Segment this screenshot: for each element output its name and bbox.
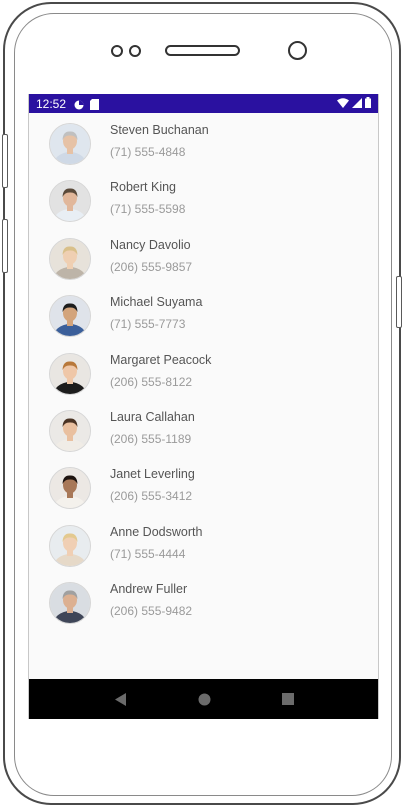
contact-phone: (206) 555-3412 [110,489,193,504]
avatar [49,524,91,567]
contact-list-item[interactable]: Steven Buchanan (71) 555-4848 [29,115,378,172]
contact-list-item[interactable]: Janet Leverling (206) 555-3412 [29,459,378,516]
avatar [49,237,91,280]
signal-icon [352,97,362,111]
contact-phone: (206) 555-9857 [110,259,193,274]
volume-down-button[interactable] [2,219,8,273]
contact-list-item[interactable]: Margaret Peacock (206) 555-8122 [29,345,378,402]
navigation-bar [29,679,378,719]
avatar [49,409,91,452]
contact-text: Steven Buchanan (71) 555-4848 [110,122,209,160]
wifi-icon [337,97,349,111]
avatar [49,352,91,395]
avatar [49,180,91,223]
contact-name: Michael Suyama [110,295,203,310]
contact-list-item[interactable]: Laura Callahan (206) 555-1189 [29,402,378,459]
contact-list-item[interactable]: Nancy Davolio (206) 555-9857 [29,230,378,287]
recents-square-icon[interactable] [278,689,298,709]
front-camera-icon [288,41,307,60]
contact-text: Janet Leverling (206) 555-3412 [110,466,195,504]
contact-phone: (71) 555-7773 [110,317,186,332]
avatar [49,123,91,165]
contact-name: Janet Leverling [110,467,195,482]
earpiece-speaker [165,45,240,56]
circle-status-icon [74,99,84,109]
contact-list-item[interactable]: Michael Suyama (71) 555-7773 [29,287,378,344]
avatar [49,582,91,625]
volume-up-button[interactable] [2,134,8,188]
contact-phone: (71) 555-4848 [110,145,186,159]
contact-text: Nancy Davolio (206) 555-9857 [110,237,192,275]
contact-list-item[interactable]: Robert King (71) 555-5598 [29,172,378,229]
contact-list: Steven Buchanan (71) 555-4848 Robert King (… [29,113,378,632]
status-time: 12:52 [36,96,67,111]
screen: 12:52 Steven Buchanan (71) 555-4848 Robert… [28,94,379,719]
contact-text: Andrew Fuller (206) 555-9482 [110,581,192,619]
contact-name: Robert King [110,180,177,195]
avatar [49,467,91,510]
contact-list-item[interactable]: Anne Dodsworth (71) 555-4444 [29,517,378,574]
sensor-dot-icon [129,45,141,57]
contact-phone: (206) 555-8122 [110,374,193,389]
contact-name: Anne Dodsworth [110,524,203,539]
avatar [49,295,91,338]
sd-card-icon [90,98,100,110]
contact-text: Laura Callahan (206) 555-1189 [110,409,195,447]
contact-phone: (71) 555-4444 [110,546,186,561]
battery-icon [365,96,371,111]
contact-phone: (206) 555-1189 [110,431,192,446]
power-button[interactable] [396,276,402,328]
contact-name: Margaret Peacock [110,352,212,367]
contact-text: Anne Dodsworth (71) 555-4444 [110,524,202,562]
contact-name: Nancy Davolio [110,237,191,252]
contact-name: Laura Callahan [110,409,195,424]
sensor-dot-icon [111,45,123,57]
status-right-icons [337,96,371,111]
contact-text: Michael Suyama (71) 555-7773 [110,294,202,332]
contact-text: Robert King (71) 555-5598 [110,179,185,217]
contact-phone: (206) 555-9482 [110,604,193,619]
back-triangle-icon[interactable] [111,689,131,709]
contact-phone: (71) 555-5598 [110,202,186,217]
status-bar: 12:52 [29,94,378,113]
home-circle-icon[interactable] [194,689,214,709]
contact-list-item[interactable]: Andrew Fuller (206) 555-9482 [29,574,378,631]
contact-name: Andrew Fuller [110,582,188,597]
contact-name: Steven Buchanan [110,123,209,137]
contact-text: Margaret Peacock (206) 555-8122 [110,352,211,390]
